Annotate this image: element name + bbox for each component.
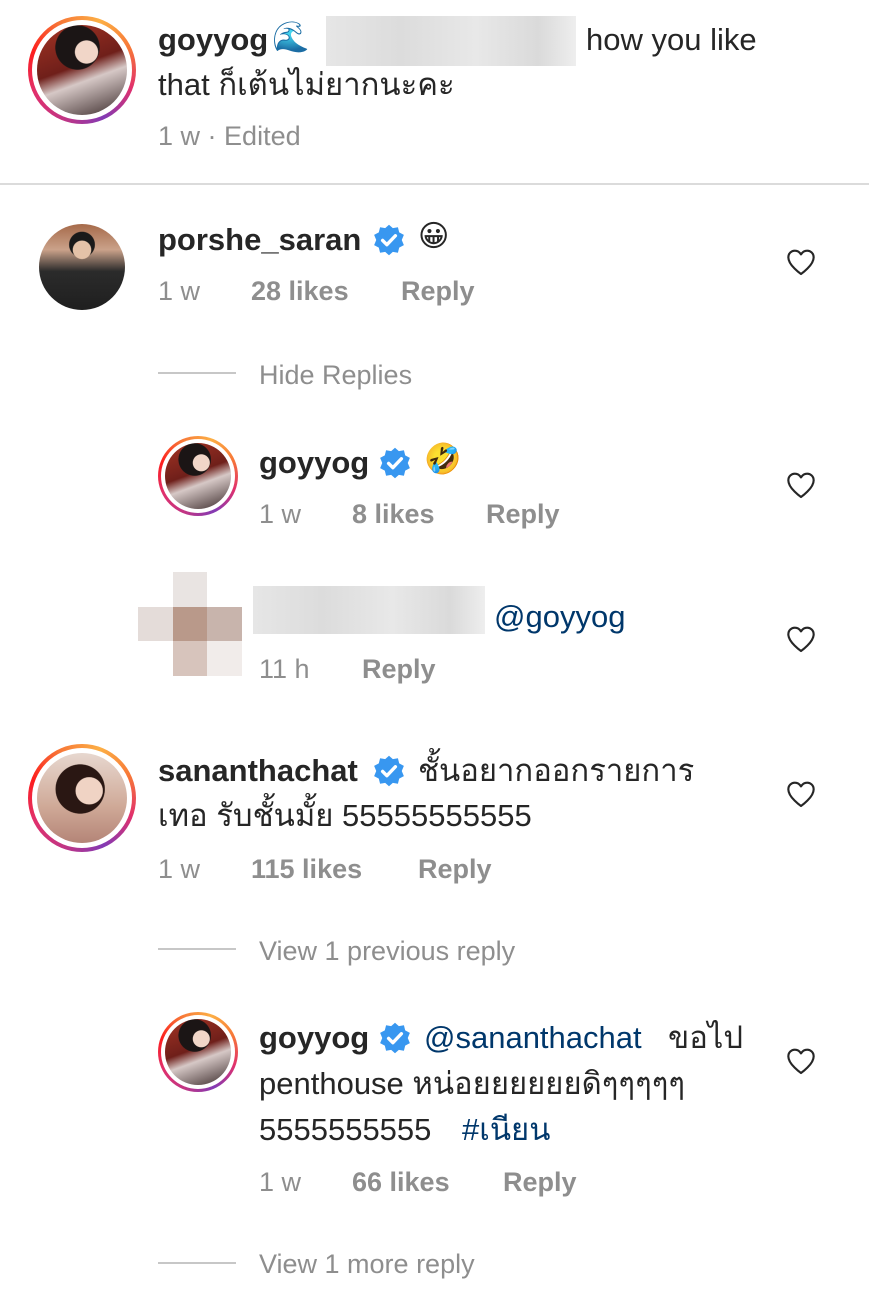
comment-avatar-ring[interactable] xyxy=(28,744,136,852)
reply-username[interactable]: goyyog xyxy=(259,1020,369,1056)
redacted-avatar[interactable] xyxy=(138,572,242,676)
reply-button[interactable]: Reply xyxy=(401,276,475,307)
comment-likes[interactable]: 115 likes xyxy=(251,854,362,885)
separator-dot: · xyxy=(207,121,225,151)
verified-badge-icon xyxy=(380,1022,410,1054)
reply-avatar-ring[interactable] xyxy=(158,1012,238,1092)
heart-outline-icon[interactable] xyxy=(785,246,817,278)
comment-time: 1 w xyxy=(158,276,201,306)
avatar xyxy=(37,753,127,843)
mention-link[interactable]: @goyyog xyxy=(494,594,625,639)
heart-outline-icon[interactable] xyxy=(785,623,817,655)
comment-username[interactable]: porshe_saran xyxy=(158,222,361,258)
reply-time: 11 h xyxy=(259,654,310,684)
reply-avatar-ring[interactable] xyxy=(158,436,238,516)
verified-badge-icon xyxy=(374,755,404,787)
avatar xyxy=(165,1019,231,1085)
caption-meta: 1 w · Edited xyxy=(158,121,301,152)
thread-line xyxy=(158,372,236,374)
view-previous-replies-button[interactable]: View 1 previous reply xyxy=(259,936,515,967)
redacted-text xyxy=(326,16,576,66)
hide-replies-button[interactable]: Hide Replies xyxy=(259,360,412,391)
avatar xyxy=(165,443,231,509)
comment-username[interactable]: sananthachat xyxy=(158,753,358,789)
caption-divider xyxy=(0,183,869,185)
avatar xyxy=(37,25,127,115)
reply-button[interactable]: Reply xyxy=(486,499,560,530)
mention-link[interactable]: @sananthachat xyxy=(424,1015,642,1060)
hashtag-link[interactable]: #เนียน xyxy=(462,1107,550,1152)
reply-likes[interactable]: 66 likes xyxy=(352,1167,450,1198)
reply-likes[interactable]: 8 likes xyxy=(352,499,435,530)
edited-label: Edited xyxy=(224,121,301,151)
reply-text: ขอไป xyxy=(668,1020,744,1055)
reply-time: 1 w xyxy=(259,1167,302,1197)
grinning-emoji: 😀 xyxy=(418,220,450,253)
thread-line xyxy=(158,948,236,950)
reply-button[interactable]: Reply xyxy=(418,854,492,885)
reply-time: 1 w xyxy=(259,499,302,529)
caption-username[interactable]: goyyog xyxy=(158,22,268,58)
comment-time: 1 w xyxy=(158,854,201,884)
comment-text-line2: เทอ รับชั้นมั้ย 55555555555 xyxy=(158,798,532,833)
reply-button[interactable]: Reply xyxy=(503,1167,577,1198)
heart-outline-icon[interactable] xyxy=(785,469,817,501)
reply-button[interactable]: Reply xyxy=(362,654,436,685)
heart-outline-icon[interactable] xyxy=(785,1045,817,1077)
comment-meta: 1 w xyxy=(158,276,200,307)
reply-username[interactable]: goyyog xyxy=(259,445,369,481)
heart-outline-icon[interactable] xyxy=(785,778,817,810)
avatar[interactable] xyxy=(39,224,125,310)
rofl-emoji: 🤣 xyxy=(424,443,462,476)
wave-emoji: 🌊 xyxy=(272,21,310,54)
view-more-replies-button[interactable]: View 1 more reply xyxy=(259,1249,475,1280)
reply-text-line2: penthouse หน่อยยยยยยดิๆๆๆๆๆ xyxy=(259,1066,686,1101)
caption-avatar-ring[interactable] xyxy=(28,16,136,124)
verified-badge-icon xyxy=(374,224,404,256)
comment-likes[interactable]: 28 likes xyxy=(251,276,349,307)
reply-text-line3: 5555555555 xyxy=(259,1112,432,1147)
thread-line xyxy=(158,1262,236,1264)
redacted-text xyxy=(253,586,485,634)
verified-badge-icon xyxy=(380,447,410,479)
comment-text: ชั้นอยากออกรายการ xyxy=(418,753,695,788)
caption-time: 1 w xyxy=(158,121,201,151)
caption-text-line2: that ก็เต้นไม่ยากนะคะ xyxy=(158,67,455,102)
caption-text: how you like xyxy=(586,22,757,57)
